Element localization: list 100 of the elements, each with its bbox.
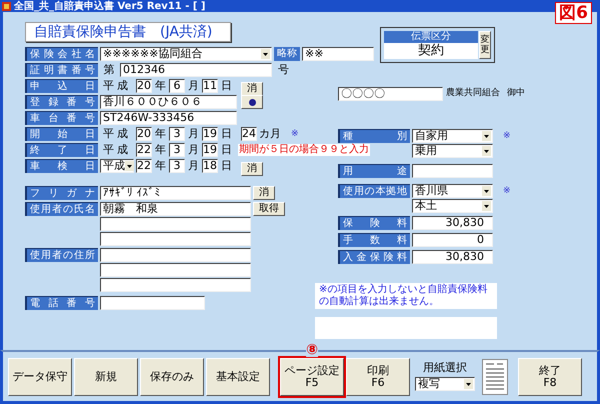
- field-label: 証明書番号: [25, 63, 98, 77]
- number-field[interactable]: 11: [202, 79, 218, 93]
- text-field[interactable]: [100, 296, 205, 310]
- dropdown[interactable]: ※※※※※※協同組合: [100, 47, 272, 61]
- number-field[interactable]: 3: [169, 159, 185, 173]
- toolbar-button[interactable]: ページ設定 F5: [280, 358, 344, 396]
- number-field[interactable]: 20: [136, 79, 152, 93]
- toolbar-button[interactable]: 基本設定: [206, 358, 270, 396]
- number-field[interactable]: 22: [136, 159, 152, 173]
- figure-label: 図6: [555, 2, 592, 24]
- number-field[interactable]: 19: [202, 127, 218, 141]
- field-label: 登録番号: [25, 95, 98, 109]
- dropdown[interactable]: 複写: [415, 377, 475, 391]
- paper-label: 用紙選択: [423, 362, 467, 374]
- field-label: 車台番号: [25, 111, 98, 125]
- toolbar-button[interactable]: 印刷 F6: [346, 358, 410, 396]
- unit-text: 月: [187, 143, 200, 157]
- unit-text: 日: [220, 127, 233, 141]
- field-label: 開始日: [25, 127, 98, 141]
- text-field[interactable]: [100, 217, 251, 231]
- dropdown[interactable]: 香川県: [412, 184, 493, 198]
- window-title: 全国_共_自賠責申込書 Ver5 Rev11 - [ ]: [14, 0, 206, 12]
- prefix-text: 第: [102, 62, 116, 78]
- dot-button[interactable]: [241, 95, 263, 109]
- unit-text: 年: [154, 79, 167, 93]
- change-button[interactable]: 変更: [479, 31, 491, 59]
- text-field[interactable]: 香川６００ひ６０６: [100, 95, 237, 109]
- toolbar-button[interactable]: 終了 F8: [518, 358, 582, 396]
- addressee-field[interactable]: 〇〇〇〇: [338, 86, 443, 100]
- unit-text: 月: [187, 127, 200, 141]
- toolbar-button[interactable]: 新規: [74, 358, 138, 396]
- unit-text: 年: [154, 143, 167, 157]
- unit-text: 年: [154, 127, 167, 141]
- number-field[interactable]: 3: [169, 143, 185, 157]
- required-mark: ※: [503, 185, 511, 198]
- unit-text: 年: [154, 159, 167, 173]
- field-label: 申込日: [25, 79, 98, 93]
- number-field[interactable]: 24: [241, 127, 257, 141]
- field-label: 終了日: [25, 143, 98, 157]
- toolbar-button[interactable]: データ保守: [8, 358, 72, 396]
- dot-icon: [248, 98, 256, 106]
- field-label: 電話番号: [25, 296, 98, 310]
- number-field[interactable]: 20: [136, 127, 152, 141]
- form-title: 自賠責保険申告書 (JA共済): [25, 22, 231, 42]
- hint-text: 期間が５日の場合９９と入力: [238, 144, 370, 156]
- small-button[interactable]: 消: [241, 162, 263, 176]
- unit-text: カ月: [259, 127, 281, 141]
- field-label: 使用の本拠地: [338, 184, 410, 198]
- field-label: 車検日: [25, 159, 98, 173]
- dropdown[interactable]: 本土: [412, 199, 493, 213]
- number-field[interactable]: 6: [169, 79, 185, 93]
- text-field[interactable]: [100, 263, 251, 277]
- dropdown[interactable]: 乗用: [412, 144, 493, 158]
- text-field[interactable]: [100, 248, 251, 262]
- required-mark: ※: [503, 130, 511, 143]
- required-mark: ※: [291, 128, 299, 141]
- text-field[interactable]: 012346: [120, 63, 272, 77]
- text-field[interactable]: [100, 232, 251, 246]
- era-text: 平成: [102, 127, 132, 141]
- notice-text: ※の項目を入力しないと自賠責保険料の自動計算は出来ません。: [315, 283, 497, 309]
- unit-text: 日: [220, 79, 233, 93]
- text-field[interactable]: 30,830: [412, 216, 493, 230]
- small-button[interactable]: 消: [253, 186, 275, 200]
- era-text: 平成: [102, 143, 132, 157]
- slip-type-header: 伝票区分: [384, 31, 478, 43]
- dropdown[interactable]: 平成: [100, 159, 134, 173]
- field-label: 保険会社名: [25, 47, 98, 61]
- honorific-text: 御中: [507, 86, 525, 100]
- field-label: 用途: [338, 164, 410, 178]
- unit-text: 日: [220, 143, 233, 157]
- number-field[interactable]: 19: [202, 143, 218, 157]
- text-field[interactable]: 0: [412, 233, 493, 247]
- field-label: 使用者の氏名: [25, 202, 98, 216]
- toolbar-button[interactable]: 保存のみ: [140, 358, 204, 396]
- text-field[interactable]: 朝霧 和泉: [100, 202, 251, 216]
- callout-number: ⑧: [306, 342, 318, 356]
- number-field[interactable]: 18: [202, 159, 218, 173]
- field-label: 使用者の住所: [25, 248, 98, 262]
- small-button[interactable]: 取得: [253, 202, 285, 216]
- text-field[interactable]: ST246W-333456: [100, 111, 237, 125]
- number-field[interactable]: 22: [136, 143, 152, 157]
- unit-text: 日: [220, 159, 233, 173]
- text-field[interactable]: ※※: [302, 47, 374, 61]
- field-label: 種別: [338, 129, 410, 143]
- app-icon: [2, 2, 11, 10]
- slip-type-value: 契約: [384, 43, 478, 59]
- organization-text: 農業共同組合: [446, 86, 500, 100]
- text-field[interactable]: [100, 278, 251, 292]
- field-label: 保険料: [338, 216, 410, 230]
- field-label: フリガナ: [25, 186, 98, 200]
- text-field[interactable]: 30,830: [412, 250, 493, 264]
- dropdown[interactable]: 自家用: [412, 129, 493, 143]
- small-button[interactable]: 消: [241, 82, 263, 96]
- document-icon[interactable]: [482, 358, 508, 394]
- text-field[interactable]: [412, 164, 493, 178]
- text-field[interactable]: ｱｻｷﾞﾘ ｲｽﾞﾐ: [100, 186, 251, 200]
- era-text: 平成: [102, 79, 132, 93]
- number-field[interactable]: 3: [169, 127, 185, 141]
- suffix-text: 号: [278, 62, 289, 78]
- abbreviation-label: 略称: [274, 47, 300, 61]
